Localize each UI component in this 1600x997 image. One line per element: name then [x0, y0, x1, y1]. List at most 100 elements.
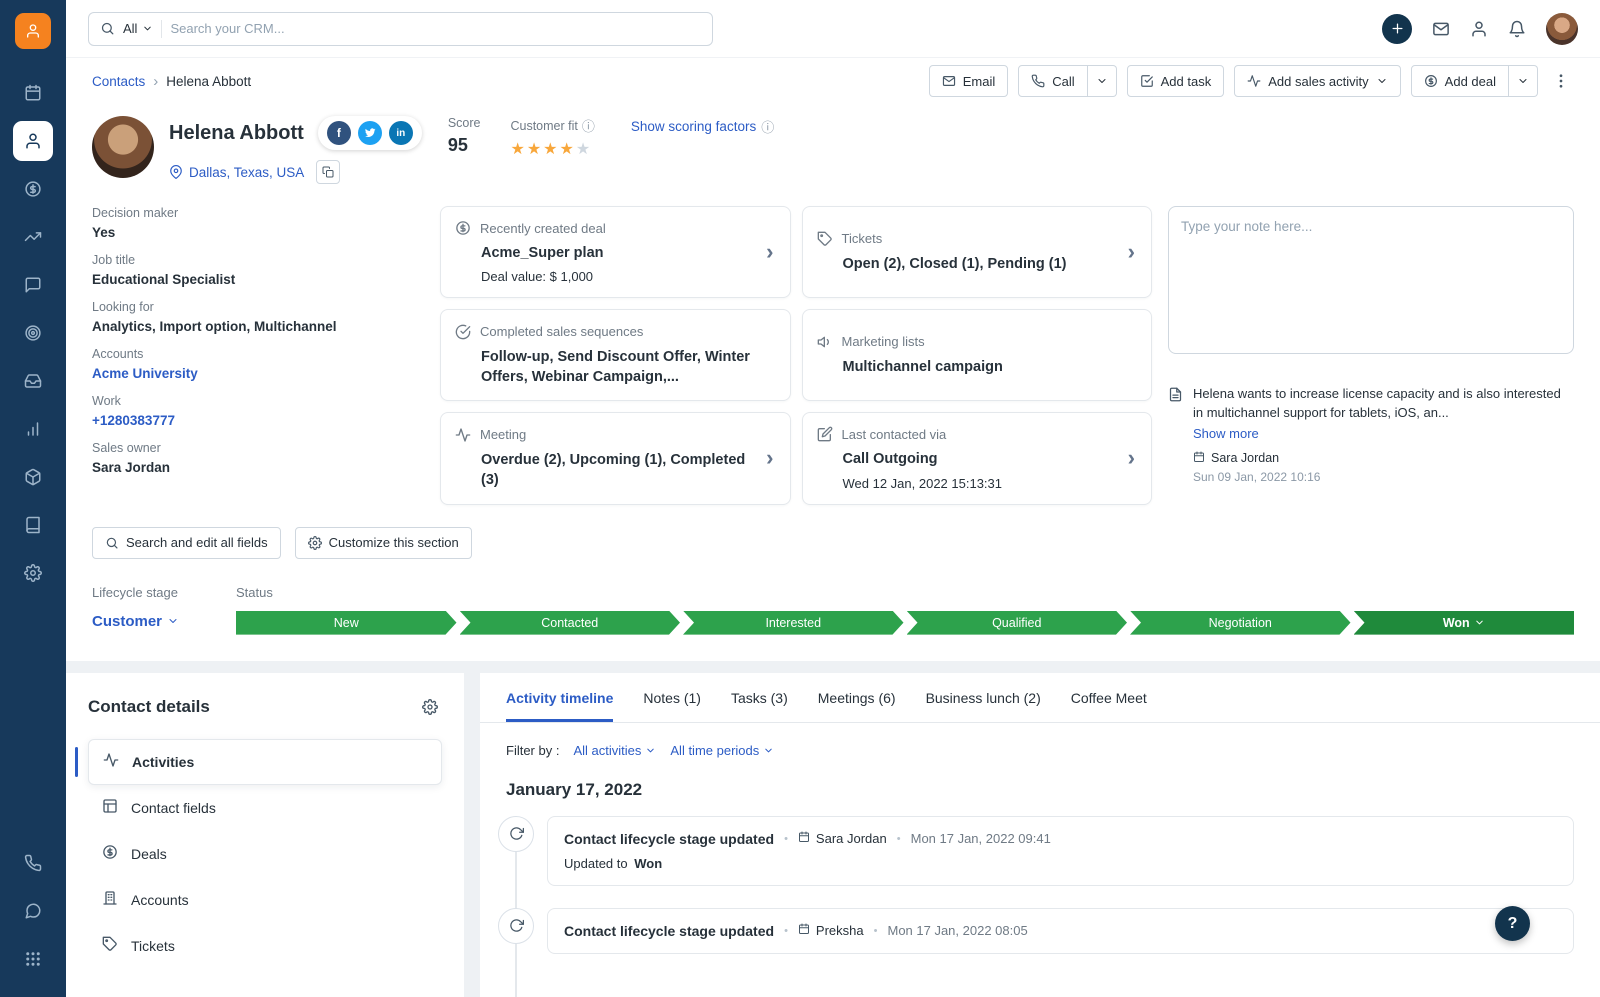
timeline-entry-title: Contact lifecycle stage updated [564, 922, 775, 939]
details-item-activities[interactable]: Activities [75, 738, 442, 785]
details-item-label: Deals [131, 845, 167, 862]
tab-tasks[interactable]: Tasks (3) [731, 690, 788, 722]
sidebar-campaigns-icon[interactable] [13, 313, 53, 353]
lifecycle-stage-dropdown[interactable]: Customer [92, 613, 236, 630]
stage-interested[interactable]: Interested [683, 611, 904, 635]
chevron-right-icon[interactable]: › [764, 447, 775, 469]
work-phone-link[interactable]: +1280383777 [92, 413, 424, 428]
freshworks-logo[interactable] [15, 13, 51, 49]
global-search[interactable]: All [88, 11, 713, 46]
call-button[interactable]: Call [1018, 65, 1088, 97]
help-button[interactable]: ? [1495, 906, 1530, 941]
sidebar-chat-icon[interactable] [13, 891, 53, 931]
timeline-entry: Contact lifecycle stage updated • Sara J… [498, 815, 1574, 886]
marketing-lists-card[interactable]: Marketing lists Multichannel campaign [801, 309, 1152, 402]
note-show-more-link[interactable]: Show more [1193, 426, 1574, 441]
info-icon[interactable]: ⓘ [582, 116, 595, 135]
email-button[interactable]: Email [928, 65, 1009, 97]
stage-new[interactable]: New [236, 611, 457, 635]
stage-negotiation[interactable]: Negotiation [1130, 611, 1351, 635]
details-item-contact-fields[interactable]: Contact fields [88, 785, 442, 831]
sidebar-phone-icon[interactable] [13, 843, 53, 883]
sidebar-inbox-icon[interactable] [13, 361, 53, 401]
filter-activities-dropdown[interactable]: All activities [573, 743, 656, 758]
details-item-deals[interactable]: Deals [88, 831, 442, 877]
copy-location-button[interactable] [316, 160, 341, 184]
sales-sequences-card[interactable]: Completed sales sequences Follow-up, Sen… [440, 309, 791, 402]
facebook-icon[interactable]: f [326, 121, 351, 145]
sidebar-analytics-icon[interactable] [13, 217, 53, 257]
field-label: Accounts [92, 347, 144, 361]
contact-fields-column: Decision maker Yes Job title Educational… [92, 206, 424, 505]
add-task-button[interactable]: Add task [1126, 65, 1225, 97]
sidebar-products-icon[interactable] [13, 457, 53, 497]
contact-summary: Helena Abbott f in Dallas, Texas, USA Sc… [66, 104, 1600, 661]
stage-won[interactable]: Won [1353, 610, 1574, 635]
sidebar-settings-icon[interactable] [13, 553, 53, 593]
linkedin-icon[interactable]: in [388, 121, 413, 145]
search-input[interactable] [170, 21, 701, 36]
show-scoring-factors-link[interactable]: Show scoring factors ⓘ [631, 117, 774, 136]
add-deal-dropdown-button[interactable] [1509, 65, 1538, 97]
breadcrumb-row: Contacts › Helena Abbott Email Call Add … [66, 58, 1600, 104]
details-item-tickets[interactable]: Tickets [88, 923, 442, 969]
sidebar-conversations-icon[interactable] [13, 265, 53, 305]
search-edit-fields-label: Search and edit all fields [126, 535, 268, 551]
search-edit-fields-button[interactable]: Search and edit all fields [92, 526, 281, 559]
activity-tabs: Activity timeline Notes (1) Tasks (3) Me… [480, 673, 1600, 723]
notifications-bell-icon[interactable] [1508, 20, 1526, 38]
add-sales-activity-button[interactable]: Add sales activity [1234, 65, 1401, 97]
calendar-icon [1193, 451, 1205, 466]
tab-meetings[interactable]: Meetings (6) [818, 690, 896, 722]
timeline-card[interactable]: Contact lifecycle stage updated • Sara J… [547, 815, 1574, 886]
call-dropdown-button[interactable] [1087, 65, 1117, 97]
tab-business-lunch[interactable]: Business lunch (2) [926, 690, 1041, 722]
note-input[interactable] [1168, 206, 1574, 354]
user-activity-icon[interactable] [1470, 20, 1488, 38]
details-item-accounts[interactable]: Accounts [88, 877, 442, 923]
chevron-right-icon[interactable]: › [764, 241, 775, 263]
card-main: Acme_Super plan [481, 245, 604, 261]
breadcrumb-contacts-link[interactable]: Contacts [92, 74, 145, 89]
sidebar-deals-icon[interactable] [13, 169, 53, 209]
last-contacted-card[interactable]: Last contacted via Call Outgoing Wed 12 … [801, 412, 1152, 505]
customize-section-button[interactable]: Customize this section [294, 526, 472, 559]
chevron-right-icon[interactable]: › [1126, 447, 1137, 469]
card-main: Multichannel campaign [842, 358, 1003, 375]
tickets-card[interactable]: Tickets Open (2), Closed (1), Pending (1… [801, 206, 1152, 299]
dollar-icon [102, 844, 118, 863]
filter-periods-dropdown[interactable]: All time periods [670, 743, 774, 758]
timeline-entries: Contact lifecycle stage updated • Sara J… [498, 815, 1574, 997]
email-inbox-icon[interactable] [1432, 20, 1450, 38]
tab-coffee-meet[interactable]: Coffee Meet [1071, 690, 1147, 722]
stage-label: New [333, 615, 359, 630]
contact-location-link[interactable]: Dallas, Texas, USA [189, 165, 304, 180]
timeline-card[interactable]: Contact lifecycle stage updated • Preksh… [547, 907, 1574, 954]
sidebar-apps-icon[interactable] [13, 939, 53, 979]
account-link[interactable]: Acme University [92, 366, 424, 381]
meeting-card[interactable]: Meeting Overdue (2), Upcoming (1), Compl… [440, 412, 791, 505]
tab-notes[interactable]: Notes (1) [643, 690, 701, 722]
twitter-icon[interactable] [357, 121, 382, 145]
details-settings-gear-button[interactable] [418, 695, 442, 719]
note-timestamp: Sun 09 Jan, 2022 10:16 [1193, 469, 1321, 484]
sidebar-calendar-icon[interactable] [13, 73, 53, 113]
recent-deal-card[interactable]: Recently created deal Acme_Super plan De… [440, 206, 791, 299]
tab-activity-timeline[interactable]: Activity timeline [506, 690, 614, 722]
chevron-right-icon[interactable]: › [1126, 241, 1137, 263]
more-actions-kebab-button[interactable] [1548, 68, 1574, 94]
search-scope-dropdown[interactable]: All [123, 21, 153, 36]
note-item[interactable]: Helena wants to increase license capacit… [1168, 385, 1574, 484]
stage-qualified[interactable]: Qualified [907, 611, 1128, 635]
filter-activities-value: All activities [573, 742, 642, 758]
timeline-detail-value: Won [634, 855, 663, 871]
timeline-entry-time: Mon 17 Jan, 2022 09:41 [910, 831, 1051, 847]
stage-contacted[interactable]: Contacted [460, 611, 681, 635]
sidebar-reports-icon[interactable] [13, 409, 53, 449]
add-deal-button[interactable]: Add deal [1410, 65, 1509, 97]
quick-add-button[interactable] [1382, 13, 1412, 44]
filter-periods-value: All time periods [670, 742, 760, 758]
profile-avatar[interactable] [1546, 12, 1578, 45]
sidebar-journal-icon[interactable] [13, 505, 53, 545]
sidebar-contacts-icon[interactable] [13, 121, 53, 161]
